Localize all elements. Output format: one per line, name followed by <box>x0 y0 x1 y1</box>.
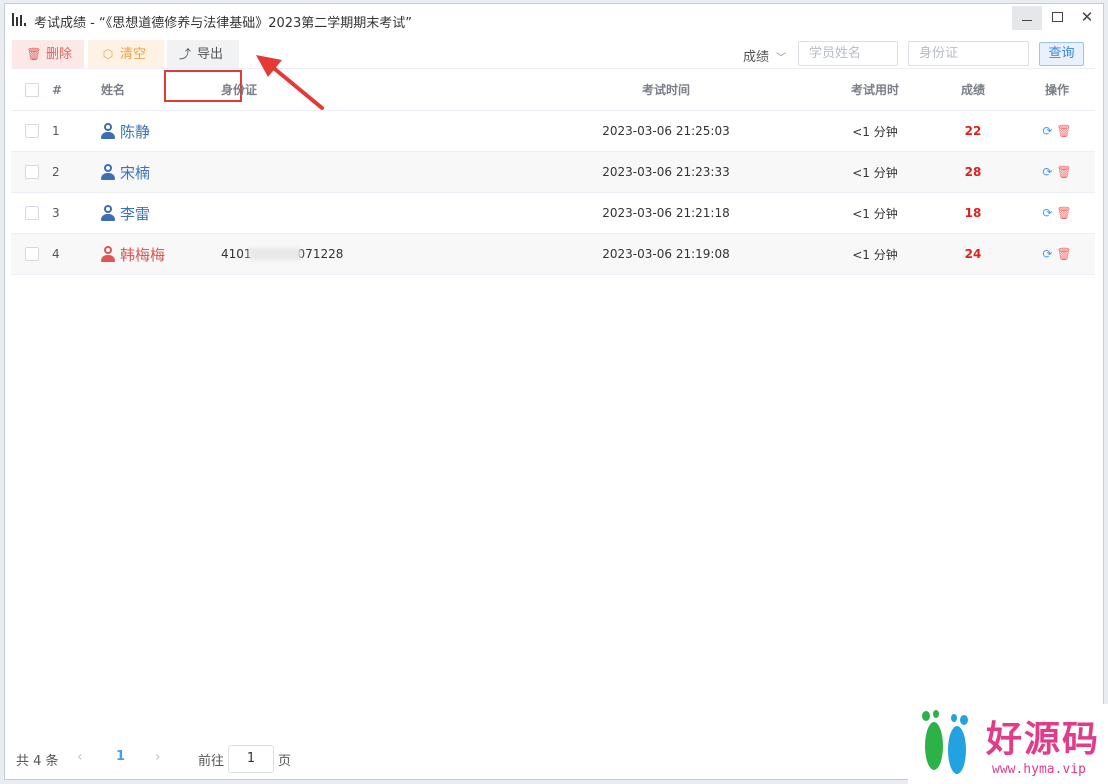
prev-page-icon[interactable]: ‹ <box>77 749 83 765</box>
id-prefix: 4101 <box>221 247 252 261</box>
row-time: 2023-03-06 21:25:03 <box>602 124 730 138</box>
row-time: 2023-03-06 21:23:33 <box>602 165 730 179</box>
row-ops: ⟳ 🗑 <box>1031 234 1083 274</box>
results-table: # 姓名 身份证 考试时间 考试用时 成绩 操作 1 陈静 2023-03-06… <box>11 68 1095 275</box>
row-ops: ⟳ 🗑 <box>1031 193 1083 233</box>
pagination: 共 4 条 ‹ 1 › 前往 1 页 <box>5 744 505 773</box>
row-ops: ⟳ 🗑 <box>1031 152 1083 192</box>
trash-icon[interactable]: 🗑 <box>1056 124 1071 138</box>
row-duration: <1 分钟 <box>852 165 898 180</box>
refresh-icon[interactable]: ⟳ <box>1042 124 1052 138</box>
header-ops: 操作 <box>1044 83 1069 97</box>
goto-label: 前往 <box>198 754 225 769</box>
id-card-input[interactable]: 身份证 <box>908 41 1029 66</box>
table-row[interactable]: 4 韩梅梅 4101 071228 2023-03-06 21:19:08 <1 … <box>11 234 1095 275</box>
chevron-down-icon: ﹀ <box>776 53 787 64</box>
clear-label: 清空 <box>120 47 147 62</box>
refresh-icon[interactable]: ⟳ <box>1042 165 1052 179</box>
footprint-logo-icon <box>922 710 968 774</box>
title-bar: 考试成绩 - “《思想道德修养与法律基础》2023第二学期期末考试” ✕ <box>5 4 1103 34</box>
watermark: 好源码 www.hyma.vip <box>908 704 1108 784</box>
row-num: 2 <box>52 165 60 179</box>
sort-dropdown[interactable]: 成绩 ﹀ <box>743 46 786 65</box>
header-score[interactable]: 成绩 <box>951 69 995 110</box>
row-duration: <1 分钟 <box>852 247 898 262</box>
student-name[interactable]: 韩梅梅 <box>120 244 165 265</box>
delete-label: 删除 <box>46 47 73 62</box>
trash-icon[interactable]: 🗑 <box>1056 206 1071 220</box>
close-button[interactable]: ✕ <box>1072 6 1102 30</box>
goto-page-input[interactable]: 1 <box>228 745 274 773</box>
exam-results-window: 考试成绩 - “《思想道德修养与法律基础》2023第二学期期末考试” ✕ 🗑 删除… <box>4 3 1104 780</box>
trash-icon[interactable]: 🗑 <box>1056 165 1071 179</box>
export-button[interactable]: ⤴ 导出 <box>167 40 239 68</box>
export-icon: ⤴ <box>178 47 191 61</box>
row-name-cell[interactable]: 宋楠 <box>101 152 150 192</box>
header-num: # <box>52 82 63 97</box>
window-title: 考试成绩 - “《思想道德修养与法律基础》2023第二学期期末考试” <box>34 16 413 31</box>
female-user-icon <box>101 246 115 262</box>
row-name-cell[interactable]: 李雷 <box>101 193 150 233</box>
row-name-cell[interactable]: 韩梅梅 <box>101 234 165 274</box>
delete-button[interactable]: 🗑 删除 <box>12 40 84 68</box>
total-count: 共 4 条 <box>16 754 59 769</box>
refresh-icon[interactable]: ⟳ <box>1042 206 1052 220</box>
query-button[interactable]: 查询 <box>1039 42 1084 66</box>
table-row[interactable]: 2 宋楠 2023-03-06 21:23:33 <1 分钟 28 ⟳ 🗑 <box>11 152 1095 193</box>
header-duration[interactable]: 考试用时 <box>831 69 919 110</box>
trash-icon: 🗑 <box>26 47 42 61</box>
male-user-icon <box>101 205 115 221</box>
row-checkbox[interactable] <box>25 152 39 192</box>
row-score: 24 <box>964 247 982 261</box>
row-num: 4 <box>52 247 60 261</box>
student-name-input[interactable]: 学员姓名 <box>798 41 898 66</box>
row-duration: <1 分钟 <box>852 206 898 221</box>
table-row[interactable]: 3 李雷 2023-03-06 21:21:18 <1 分钟 18 ⟳ 🗑 <box>11 193 1095 234</box>
row-checkbox[interactable] <box>25 111 39 151</box>
toolbar: 🗑 删除 ⬡ 清空 ⤴ 导出 成绩 ﹀ 学员姓名 身份证 查询 <box>5 38 1103 102</box>
row-score: 28 <box>964 165 982 179</box>
row-num: 3 <box>52 206 60 220</box>
export-label: 导出 <box>197 47 224 62</box>
watermark-text: 好源码 <box>986 718 1101 760</box>
next-page-icon[interactable]: › <box>155 749 161 765</box>
row-ops: ⟳ 🗑 <box>1031 111 1083 151</box>
row-score: 22 <box>964 124 982 138</box>
row-num: 1 <box>52 124 60 138</box>
student-name[interactable]: 李雷 <box>120 203 150 224</box>
male-user-icon <box>101 164 115 180</box>
trash-icon[interactable]: 🗑 <box>1056 247 1071 261</box>
student-name[interactable]: 陈静 <box>120 121 150 142</box>
refresh-icon[interactable]: ⟳ <box>1042 247 1052 261</box>
row-duration: <1 分钟 <box>852 124 898 139</box>
maximize-button[interactable] <box>1042 6 1072 30</box>
row-name-cell[interactable]: 陈静 <box>101 111 150 151</box>
minimize-button[interactable] <box>1012 6 1042 30</box>
id-suffix: 071228 <box>297 247 344 261</box>
header-id[interactable]: 身份证 <box>221 69 257 110</box>
table-header: # 姓名 身份证 考试时间 考试用时 成绩 操作 <box>11 68 1095 111</box>
box-icon: ⬡ <box>102 47 114 61</box>
row-checkbox[interactable] <box>25 193 39 233</box>
id-redaction-blur <box>248 248 301 260</box>
current-page[interactable]: 1 <box>116 749 125 764</box>
watermark-url: www.hyma.vip <box>992 762 1086 777</box>
select-all-checkbox[interactable] <box>25 69 39 110</box>
row-checkbox[interactable] <box>25 234 39 274</box>
row-time: 2023-03-06 21:21:18 <box>602 206 730 220</box>
sort-label: 成绩 <box>743 50 770 65</box>
bar-chart-icon <box>12 13 27 26</box>
header-time[interactable]: 考试时间 <box>581 69 751 110</box>
row-time: 2023-03-06 21:19:08 <box>602 247 730 261</box>
male-user-icon <box>101 123 115 139</box>
page-unit-label: 页 <box>278 754 292 769</box>
row-score: 18 <box>964 206 982 220</box>
student-name[interactable]: 宋楠 <box>120 162 150 183</box>
header-name[interactable]: 姓名 <box>101 69 125 110</box>
table-row[interactable]: 1 陈静 2023-03-06 21:25:03 <1 分钟 22 ⟳ 🗑 <box>11 111 1095 152</box>
clear-button[interactable]: ⬡ 清空 <box>88 40 164 68</box>
